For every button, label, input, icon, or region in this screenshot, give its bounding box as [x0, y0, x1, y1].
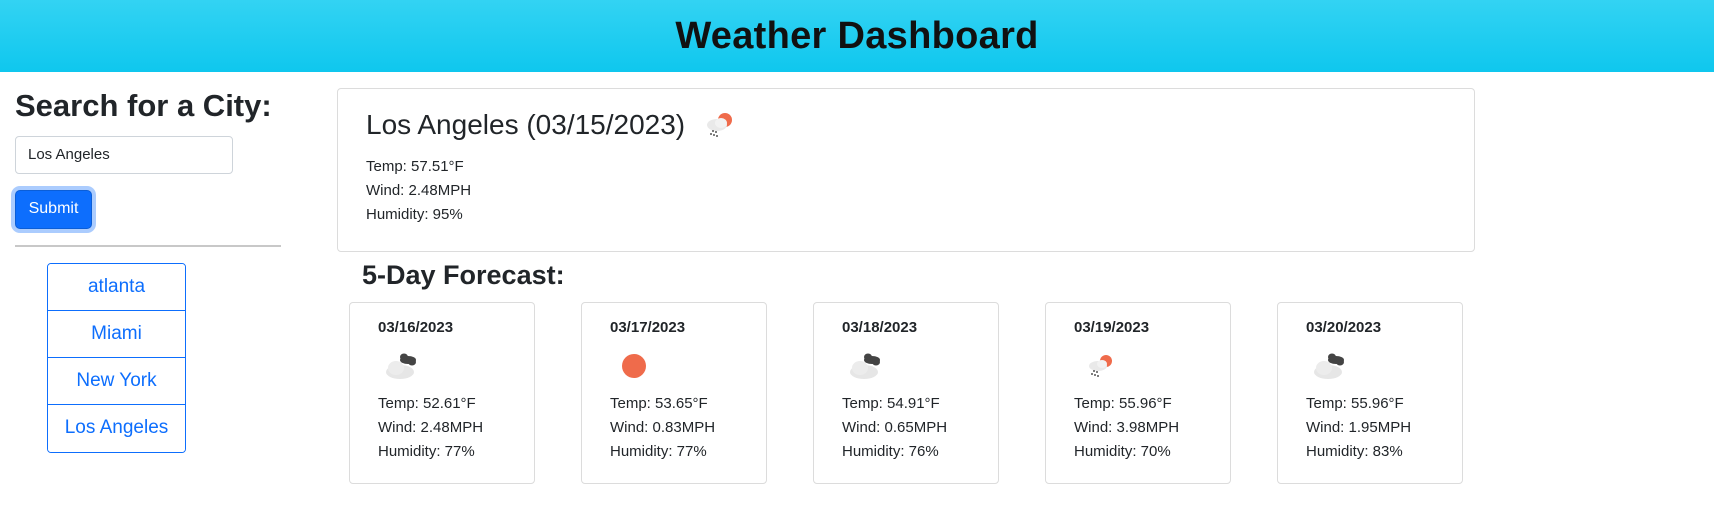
forecast-temp: Temp: 55.96°F	[1306, 395, 1404, 412]
submit-button[interactable]: Submit	[15, 189, 92, 229]
forecast-humidity: Humidity: 77%	[610, 443, 707, 460]
current-humidity: Humidity: 95%	[366, 206, 463, 223]
sun-cloud-rain-icon	[1089, 355, 1112, 377]
forecast-wind: Wind: 3.98MPH	[1074, 419, 1180, 436]
history-item-los-angeles[interactable]: Los Angeles	[48, 404, 185, 452]
forecast-date: 03/20/2023	[1306, 319, 1382, 336]
forecast-wind: Wind: 1.95MPH	[1306, 419, 1412, 436]
history-item-new-york[interactable]: New York	[48, 357, 185, 405]
search-history-list: atlanta Miami New York Los Angeles	[47, 262, 186, 453]
forecast-card: 03/17/2023 Temp: 53.65°F Wind: 0.83MPH H…	[581, 302, 767, 484]
forecast-temp: Temp: 53.65°F	[610, 395, 708, 412]
city-search-input[interactable]	[15, 135, 233, 174]
forecast-wind: Wind: 0.65MPH	[842, 419, 948, 436]
forecast-card: 03/20/2023 Temp: 55.96°F Wind: 1.95MPH H…	[1277, 302, 1463, 484]
history-item-miami[interactable]: Miami	[48, 310, 185, 358]
sidebar-divider	[15, 244, 281, 247]
forecast-humidity: Humidity: 76%	[842, 443, 939, 460]
forecast-heading: 5-Day Forecast:	[362, 260, 565, 290]
cloudy-icon	[386, 353, 416, 379]
forecast-date: 03/19/2023	[1074, 319, 1150, 336]
current-city-title: Los Angeles (03/15/2023)	[366, 109, 686, 140]
cloudy-icon	[850, 353, 880, 379]
page-title: Weather Dashboard	[675, 14, 1039, 57]
forecast-humidity: Humidity: 77%	[378, 443, 475, 460]
sun-icon	[622, 354, 646, 378]
forecast-temp: Temp: 54.91°F	[842, 395, 940, 412]
forecast-date: 03/17/2023	[610, 319, 686, 336]
forecast-card: 03/18/2023 Temp: 54.91°F Wind: 0.65MPH H…	[813, 302, 999, 484]
forecast-date: 03/18/2023	[842, 319, 918, 336]
app-header: Weather Dashboard	[0, 0, 1714, 72]
forecast-card: 03/16/2023 Temp: 52.61°F Wind: 2.48MPH H…	[349, 302, 535, 484]
forecast-humidity: Humidity: 70%	[1074, 443, 1171, 460]
current-weather-header: Los Angeles (03/15/2023)	[366, 109, 1446, 141]
current-weather-stats: Temp: 57.51°F Wind: 2.48MPH Humidity: 95…	[366, 155, 1446, 227]
search-heading: Search for a City:	[15, 88, 272, 123]
forecast-card: 03/19/2023 Temp: 55.96°F Wind: 3.98MPH H…	[1045, 302, 1231, 484]
forecast-temp: Temp: 55.96°F	[1074, 395, 1172, 412]
forecast-wind: Wind: 0.83MPH	[610, 419, 716, 436]
forecast-wind: Wind: 2.48MPH	[378, 419, 484, 436]
history-item-atlanta[interactable]: atlanta	[48, 263, 185, 311]
cloudy-icon	[1314, 353, 1344, 379]
forecast-humidity: Humidity: 83%	[1306, 443, 1403, 460]
current-weather-card: Los Angeles (03/15/2023) Temp: 57.51°F W…	[337, 88, 1475, 252]
current-temp: Temp: 57.51°F	[366, 158, 464, 175]
forecast-date: 03/16/2023	[378, 319, 454, 336]
current-wind: Wind: 2.48MPH	[366, 182, 472, 199]
search-sidebar: Search for a City: Submit atlanta Miami …	[15, 88, 281, 453]
forecast-temp: Temp: 52.61°F	[378, 395, 476, 412]
sun-cloud-rain-icon	[707, 113, 733, 137]
